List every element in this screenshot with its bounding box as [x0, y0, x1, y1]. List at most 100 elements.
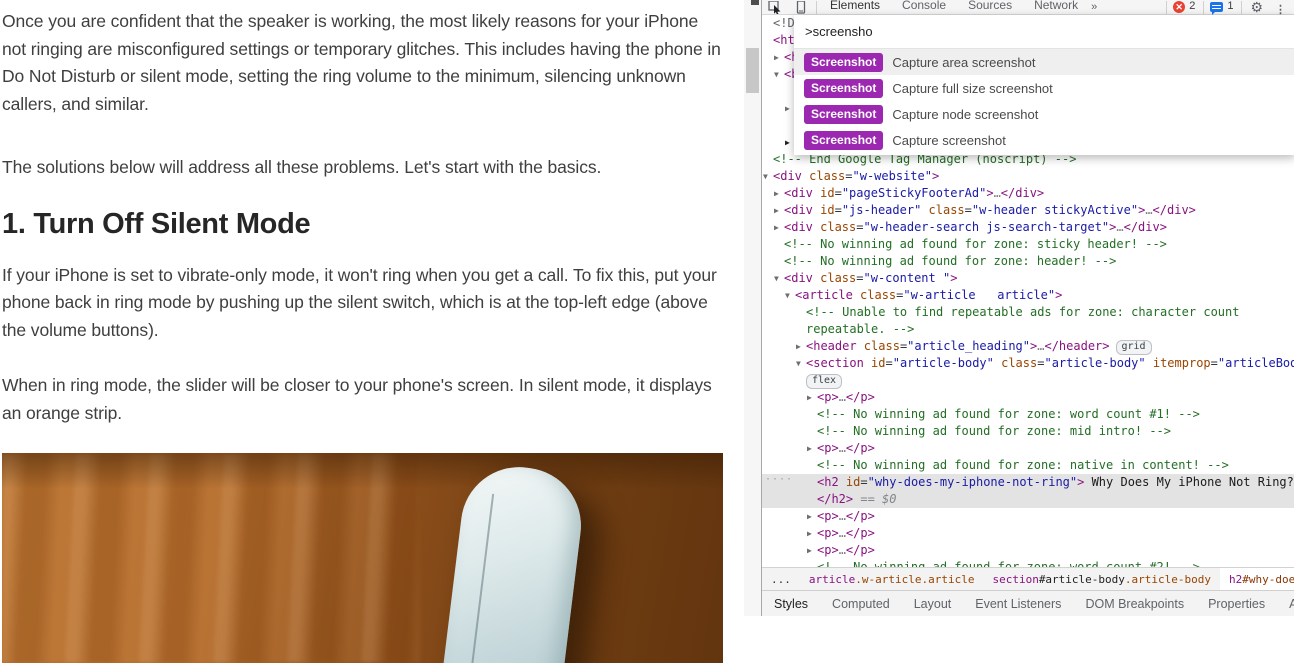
settings-gear-icon[interactable]: ⚙ [1244, 1, 1271, 14]
kebab-menu-icon[interactable]: ⋮ [1271, 8, 1294, 14]
expand-arrow-icon[interactable]: ▶ [774, 185, 779, 202]
devtools-panel: ElementsConsoleSourcesNetwork » ✕ 2 1 ⚙ … [761, 0, 1294, 616]
dom-tree-line-selected[interactable]: </h2> == $0 [762, 491, 1294, 508]
inspect-element-icon[interactable] [762, 0, 788, 14]
article-paragraph: If your iPhone is set to vibrate-only mo… [2, 262, 726, 345]
command-option[interactable]: Screenshot Capture full size screenshot [794, 75, 1294, 101]
styles-panel-tabs: StylesComputedLayoutEvent ListenersDOM B… [762, 590, 1294, 616]
collapse-arrow-icon[interactable]: ▼ [774, 270, 779, 287]
expand-arrow-icon[interactable]: ▶ [774, 219, 779, 236]
expand-arrow-icon[interactable]: ▶ [807, 508, 812, 525]
dom-tree-line[interactable]: ▶<div id="pageStickyFooterAd">…</div> [762, 185, 1294, 202]
dom-tree-line[interactable]: <!-- No winning ad found for zone: heade… [762, 253, 1294, 270]
dom-tree-line[interactable]: <!-- No winning ad found for zone: word … [762, 406, 1294, 423]
expand-arrow-icon[interactable]: ▶ [807, 440, 812, 457]
section-heading: 1. Turn Off Silent Mode [2, 208, 726, 241]
collapse-arrow-icon[interactable]: ▼ [763, 168, 768, 185]
dom-tree-line[interactable]: ▶<div id="js-header" class="w-header sti… [762, 202, 1294, 219]
devtools-toolbar: ElementsConsoleSourcesNetwork » ✕ 2 1 ⚙ … [762, 0, 1294, 15]
expand-arrow-icon[interactable]: ▶ [785, 134, 790, 151]
command-option[interactable]: Screenshot Capture area screenshot [794, 49, 1294, 75]
panel-tab-accessibility[interactable]: Accessibility [1277, 597, 1294, 611]
dom-tree-line[interactable]: <!-- No winning ad found for zone: word … [762, 559, 1294, 567]
command-options-list: ScreenshotCapture area screenshotScreens… [794, 49, 1294, 153]
dom-tree-line[interactable]: <!-- No winning ad found for zone: stick… [762, 236, 1294, 253]
command-input[interactable]: >screensho [794, 15, 1294, 49]
dom-tree-line[interactable]: ▶<p>…</p> [762, 440, 1294, 457]
expand-arrow-icon[interactable]: ▶ [796, 338, 801, 355]
error-count: 2 [1189, 0, 1195, 13]
collapse-arrow-icon[interactable]: ▼ [796, 355, 801, 372]
dom-tree-line[interactable]: ▶<p>…</p> [762, 542, 1294, 559]
screenshot-category-badge: Screenshot [804, 105, 883, 124]
message-bubble-icon [1210, 2, 1223, 12]
scrollbar-thumb[interactable] [746, 48, 759, 93]
screenshot-category-badge: Screenshot [804, 53, 883, 72]
expand-arrow-icon[interactable]: ▶ [807, 525, 812, 542]
dom-tree-line[interactable]: flex [762, 372, 1294, 389]
page-scrollbar[interactable] [744, 0, 761, 616]
devtools-tab-console[interactable]: Console [891, 0, 957, 14]
dom-tree-line[interactable]: ▼<article class="w-article article"> [762, 287, 1294, 304]
devtools-tab-elements[interactable]: Elements [819, 0, 891, 14]
command-palette: >screensho Screenshot Capture area screen… [794, 15, 1294, 155]
dom-tree-line[interactable]: <!-- Unable to find repeatable ads for z… [762, 304, 1294, 321]
panel-tab-properties[interactable]: Properties [1196, 597, 1277, 611]
dom-tree-line[interactable]: ▶<header class="article_heading">…</head… [762, 338, 1294, 355]
dom-tree-line[interactable]: ▶<p>…</p> [762, 389, 1294, 406]
more-tabs-icon[interactable]: » [1089, 1, 1105, 14]
screenshot-category-badge: Screenshot [804, 79, 883, 98]
panel-tab-computed[interactable]: Computed [820, 597, 902, 611]
devtools-tab-sources[interactable]: Sources [957, 0, 1023, 14]
panel-tab-layout[interactable]: Layout [902, 597, 964, 611]
dom-tree-line[interactable]: <!-- No winning ad found for zone: mid i… [762, 423, 1294, 440]
photo-shading [2, 453, 723, 489]
command-option-label: Capture full size screenshot [892, 81, 1052, 96]
collapse-arrow-icon[interactable]: ▼ [785, 287, 790, 304]
breadcrumb: ...article.w-article.articlesection#arti… [762, 567, 1294, 590]
command-option[interactable]: ScreenshotCapture node screenshot [794, 101, 1294, 127]
panel-tab-styles[interactable]: Styles [762, 597, 820, 611]
breadcrumb-item[interactable]: article.w-article.article [800, 568, 984, 590]
article-paragraph: The solutions below will address all the… [2, 154, 726, 182]
dom-tree-line[interactable]: ▶<p>…</p> [762, 525, 1294, 542]
expand-arrow-icon[interactable]: ▶ [785, 100, 790, 117]
error-icon: ✕ [1173, 1, 1185, 13]
command-query-text: >screensho [805, 24, 873, 39]
toolbar-separator [1203, 1, 1204, 14]
devtools-tab-network[interactable]: Network [1023, 0, 1089, 14]
expand-arrow-icon[interactable]: ▶ [807, 542, 812, 559]
node-overflow-dots[interactable]: ···· [765, 471, 793, 488]
dom-tree-line[interactable]: <!-- No winning ad found for zone: nativ… [762, 457, 1294, 474]
expand-arrow-icon[interactable]: ▶ [774, 49, 779, 66]
dom-tree-line[interactable]: repeatable. --> [762, 321, 1294, 338]
breadcrumb-item[interactable]: h2#why-does-my-iphone-not-ring [1220, 568, 1294, 590]
expand-arrow-icon[interactable]: ▶ [774, 202, 779, 219]
dom-tree-line-selected[interactable]: ····<h2 id="why-does-my-iphone-not-ring"… [762, 474, 1294, 491]
command-option-label: Capture area screenshot [892, 55, 1035, 70]
error-counter[interactable]: ✕ 2 [1169, 0, 1201, 14]
article-paragraph: When in ring mode, the slider will be cl… [2, 372, 726, 427]
message-count: 1 [1227, 0, 1233, 13]
dom-tree-line[interactable]: ▶<p>…</p> [762, 508, 1294, 525]
device-toolbar-icon[interactable] [788, 0, 814, 14]
article-paragraph: Once you are confident that the speaker … [2, 8, 726, 118]
dom-tree-line[interactable]: ▼<div class="w-content "> [762, 270, 1294, 287]
devtools-tab-strip: ElementsConsoleSourcesNetwork [819, 0, 1089, 14]
browser-page: Once you are confident that the speaker … [0, 0, 744, 616]
scrollbar-up-arrow[interactable] [751, 0, 759, 5]
toolbar-separator [1166, 1, 1167, 14]
collapse-arrow-icon[interactable]: ▼ [774, 66, 779, 83]
breadcrumb-item[interactable]: section#article-body.article-body [983, 568, 1220, 590]
command-option[interactable]: ScreenshotCapture screenshot [794, 127, 1294, 153]
dom-tree-line[interactable]: ▼<section id="article-body" class="artic… [762, 355, 1294, 372]
expand-arrow-icon[interactable]: ▶ [807, 389, 812, 406]
toolbar-separator [1241, 1, 1242, 14]
panel-tab-dom-breakpoints[interactable]: DOM Breakpoints [1073, 597, 1196, 611]
breadcrumb-item[interactable]: ... [762, 568, 800, 590]
panel-tab-event-listeners[interactable]: Event Listeners [963, 597, 1073, 611]
toolbar-separator [816, 1, 817, 14]
dom-tree-line[interactable]: ▼<div class="w-website"> [762, 168, 1294, 185]
dom-tree-line[interactable]: ▶<div class="w-header-search js-search-t… [762, 219, 1294, 236]
issues-counter[interactable]: 1 [1206, 0, 1239, 14]
